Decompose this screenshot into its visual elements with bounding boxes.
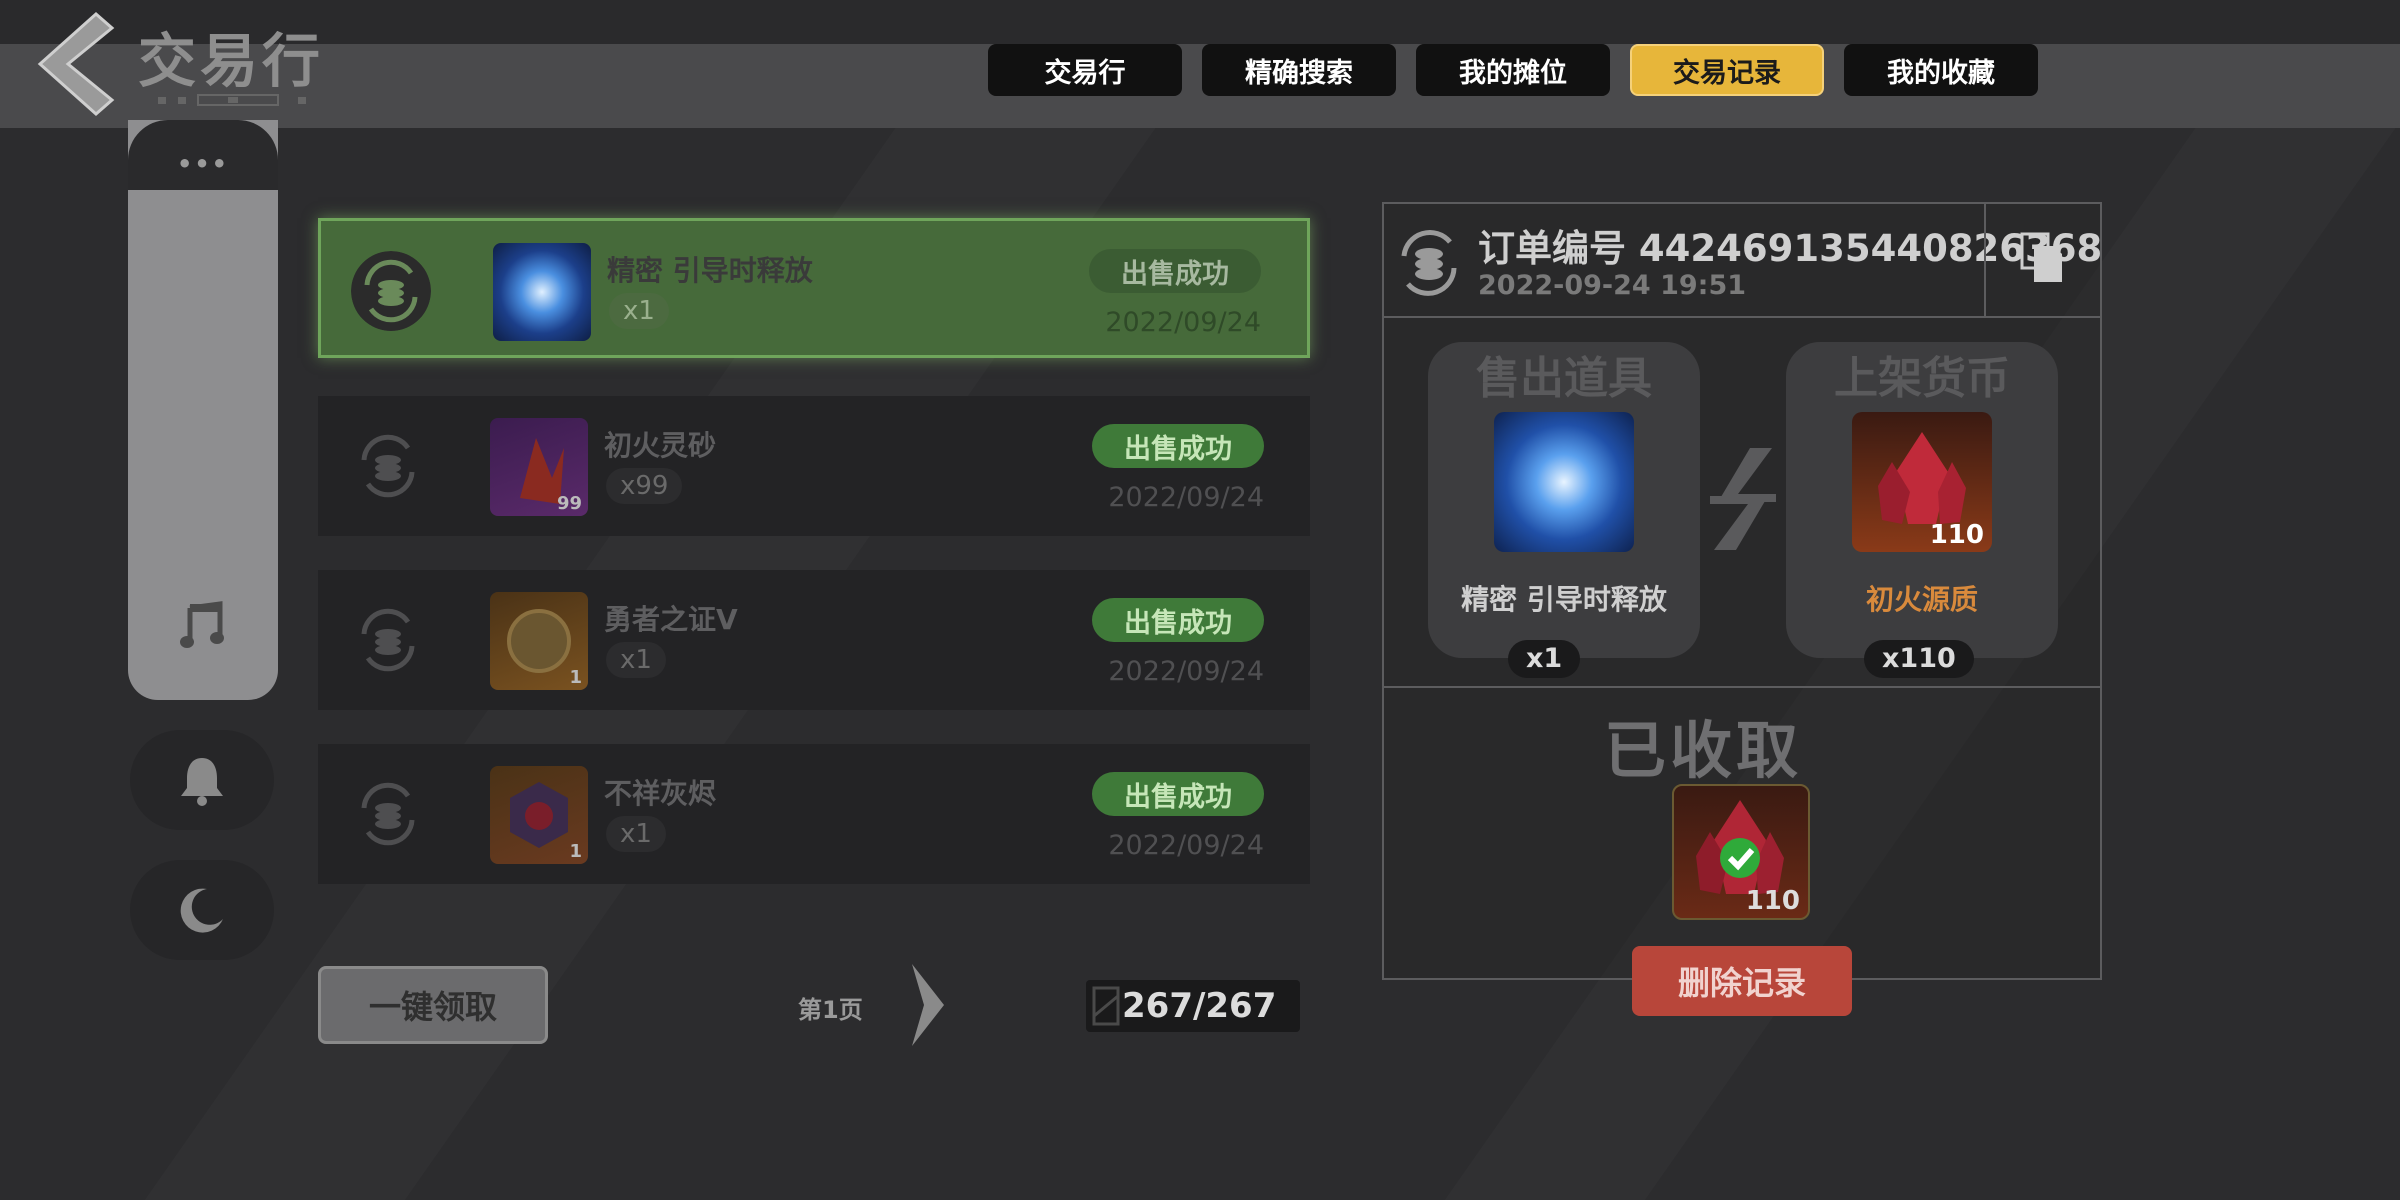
status-badge: 出售成功 <box>1089 249 1261 293</box>
record-date: 2022/09/24 <box>1108 830 1264 861</box>
thumbnail-count: 99 <box>556 493 582 514</box>
thumbnail-count: 1 <box>569 667 582 688</box>
record-row[interactable]: 99 初火灵砂 x99 出售成功 2022/09/24 <box>318 396 1310 536</box>
currency-name: 初火源质 <box>1865 583 1978 616</box>
next-page-icon[interactable] <box>908 960 948 1050</box>
order-time: 2022-09-24 19:51 <box>1478 270 1747 301</box>
status-badge: 出售成功 <box>1092 772 1264 816</box>
record-row[interactable]: 精密 引导时释放 x1 出售成功 2022/09/24 <box>318 218 1310 358</box>
sold-item-name: 精密 引导时释放 <box>1461 583 1667 616</box>
exchange-coin-icon <box>361 608 415 672</box>
panel-divider <box>1384 316 2100 318</box>
item-thumbnail: 99 <box>490 418 588 516</box>
item-quantity: x1 <box>606 816 666 852</box>
item-quantity: x99 <box>606 468 683 504</box>
title-decoration <box>158 94 306 106</box>
item-name: 精密 引导时释放 <box>607 254 813 287</box>
thumbnail-count: 1 <box>569 841 582 862</box>
delete-record-button[interactable]: 删除记录 <box>1632 946 1852 1016</box>
tab-my-stall[interactable]: 我的摊位 <box>1416 44 1610 96</box>
tab-market[interactable]: 交易行 <box>988 44 1182 96</box>
record-date: 2022/09/24 <box>1108 482 1264 513</box>
music-note-icon[interactable] <box>180 600 226 650</box>
sold-item-image <box>1494 412 1634 552</box>
collected-item-image: 110 <box>1672 784 1810 920</box>
status-badge: 出售成功 <box>1092 424 1264 468</box>
tab-bar: 交易行 精确搜索 我的摊位 交易记录 我的收藏 <box>988 44 2038 96</box>
sold-item-quantity: x1 <box>1508 640 1581 678</box>
copy-order-button[interactable] <box>1984 204 2100 316</box>
counter-value: 267/267 <box>1122 986 1277 1026</box>
tab-trade-records[interactable]: 交易记录 <box>1630 44 1824 96</box>
copy-icon <box>2020 232 2062 282</box>
tab-my-favorites[interactable]: 我的收藏 <box>1844 44 2038 96</box>
sold-item-title: 售出道具 <box>1476 353 1652 404</box>
more-icon[interactable]: ••• <box>128 150 278 178</box>
top-strip <box>0 0 2400 44</box>
night-mode-button[interactable] <box>130 860 274 960</box>
moon-icon <box>180 888 223 933</box>
item-thumbnail: 1 <box>490 592 588 690</box>
notification-button[interactable] <box>130 730 274 830</box>
item-name: 初火灵砂 <box>604 429 717 462</box>
page-title: 交易行 <box>138 27 325 95</box>
record-date: 2022/09/24 <box>1105 307 1261 338</box>
currency-title: 上架货币 <box>1834 353 2010 404</box>
exchange-coin-icon <box>361 434 415 498</box>
swap-arrows-icon <box>1710 448 1776 550</box>
panel-divider <box>1384 686 2100 688</box>
item-quantity: x1 <box>609 293 669 329</box>
record-counter: 267/267 <box>1086 980 1300 1032</box>
claim-all-button[interactable]: 一键领取 <box>318 966 548 1044</box>
collected-label: 已收取 <box>1604 714 1803 787</box>
page-indicator: 第1页 <box>798 996 863 1024</box>
bell-icon <box>181 758 223 806</box>
item-name: 不祥灰烬 <box>604 777 717 810</box>
record-date: 2022/09/24 <box>1108 656 1264 687</box>
exchange-coin-icon <box>361 782 415 846</box>
status-badge: 出售成功 <box>1092 598 1264 642</box>
back-arrow-icon[interactable] <box>26 8 116 118</box>
collected-badge: 110 <box>1745 886 1800 916</box>
exchange-coin-icon <box>351 251 431 331</box>
record-row[interactable]: 1 不祥灰烬 x1 出售成功 2022/09/24 <box>318 744 1310 884</box>
item-quantity: x1 <box>606 642 666 678</box>
currency-quantity: x110 <box>1864 640 1974 678</box>
item-thumbnail: 1 <box>490 766 588 864</box>
item-thumbnail <box>493 243 591 341</box>
currency-image: 110 <box>1852 412 1992 552</box>
record-row[interactable]: 1 勇者之证V x1 出售成功 2022/09/24 <box>318 570 1310 710</box>
tab-precise-search[interactable]: 精确搜索 <box>1202 44 1396 96</box>
item-name: 勇者之证V <box>604 603 738 636</box>
currency-badge: 110 <box>1929 520 1984 550</box>
counter-icon <box>1092 986 1120 1026</box>
exchange-coin-icon <box>1401 230 1457 296</box>
